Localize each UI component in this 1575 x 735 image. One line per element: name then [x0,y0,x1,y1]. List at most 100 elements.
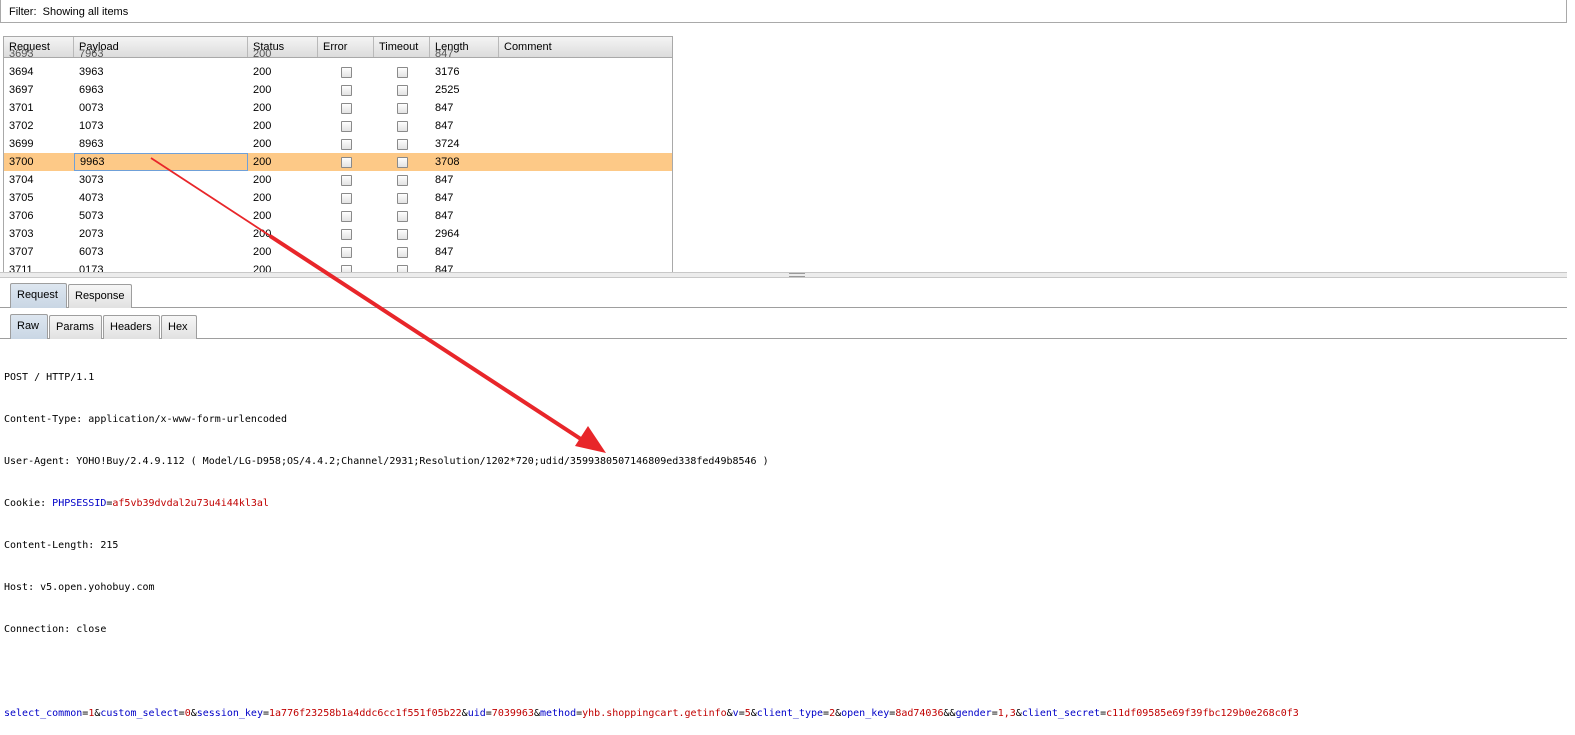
header-cookie: Cookie: PHPSESSID=af5vb39dvdal2u73u4i44k… [4,498,269,509]
cell-payload: 8963 [79,138,104,150]
timeout-checkbox[interactable] [397,247,408,258]
filter-text: Filter: Showing all items [9,6,128,18]
cell-length: 847 [435,120,454,132]
pane-splitter[interactable] [0,272,1567,278]
cell-payload: 3073 [79,174,104,186]
error-checkbox[interactable] [341,229,352,240]
editor-tabs: Raw Params Headers Hex [0,313,1567,339]
param-key: method [539,708,577,719]
error-checkbox[interactable] [341,157,352,168]
cell-comment [499,81,672,99]
cell-status: 200 [253,210,272,222]
raw-request-editor[interactable]: POST / HTTP/1.1 Content-Type: applicatio… [0,341,1567,719]
table-row[interactable]: 3699 8963 200 3724 [4,135,672,153]
param-value: yhb.shoppingcart.getinfo [582,708,727,719]
error-checkbox[interactable] [341,193,352,204]
cell-comment [499,99,672,117]
table-row-partial[interactable]: 3693 7963 200 847 [4,45,672,63]
cell-comment [499,171,672,189]
cell-payload: 0073 [79,102,104,114]
request-body: select_common=1&custom_select=0&session_… [4,708,1299,719]
tab-raw[interactable]: Raw [10,314,48,339]
error-checkbox[interactable] [341,85,352,96]
cell-status: 200 [253,48,272,60]
timeout-checkbox[interactable] [397,139,408,150]
cell-status: 200 [253,156,272,168]
table-row[interactable]: 3701 0073 200 847 [4,99,672,117]
timeout-checkbox[interactable] [397,157,408,168]
timeout-checkbox[interactable] [397,211,408,222]
cell-length: 2525 [435,84,460,96]
tab-params[interactable]: Params [49,315,102,339]
param-key: client_secret [1021,708,1101,719]
cell-request: 3707 [9,246,34,258]
param-value: 1a776f23258b1a4ddc6cc1f551f05b22 [269,708,462,719]
timeout-checkbox[interactable] [397,229,408,240]
table-row[interactable]: 3702 1073 200 847 [4,117,672,135]
timeout-checkbox[interactable] [397,175,408,186]
cell-payload: 6963 [79,84,104,96]
table-row[interactable]: 3703 2073 200 2964 [4,225,672,243]
timeout-checkbox[interactable] [397,193,408,204]
cell-request: 3701 [9,102,34,114]
table-row[interactable]: 3697 6963 200 2525 [4,81,672,99]
header-content-length: Content-Length: 215 [4,540,119,551]
cookie-label: Cookie: [4,498,53,509]
cell-status: 200 [253,246,272,258]
cell-comment [499,207,672,225]
tab-request[interactable]: Request [10,283,67,308]
cell-comment [499,153,672,171]
error-checkbox[interactable] [341,211,352,222]
timeout-checkbox[interactable] [397,67,408,78]
error-checkbox[interactable] [341,175,352,186]
error-checkbox[interactable] [341,247,352,258]
cell-comment [499,117,672,135]
cell-request: 3697 [9,84,34,96]
cell-length: 2964 [435,228,460,240]
cell-status: 200 [253,120,272,132]
cell-request: 3693 [9,48,34,60]
param-value: 8ad74036 [895,708,944,719]
splitter-grip-icon[interactable] [789,273,805,277]
timeout-checkbox[interactable] [397,121,408,132]
cell-length: 3176 [435,66,460,78]
tab-response[interactable]: Response [68,284,132,308]
param-key: custom_select [100,708,179,719]
error-checkbox[interactable] [341,139,352,150]
cell-request: 3704 [9,174,34,186]
message-tabs: Request Response [0,282,1567,308]
cell-status: 200 [253,66,272,78]
cell-status: 200 [253,174,272,186]
table-row[interactable]: 3700 9963 200 3708 [4,153,672,171]
filter-bar[interactable]: Filter: Showing all items [0,0,1567,23]
intruder-results-table[interactable]: Request Payload Status Error Timeout Len… [3,36,673,273]
cell-length: 847 [435,174,454,186]
error-checkbox[interactable] [341,121,352,132]
table-row[interactable]: 3705 4073 200 847 [4,189,672,207]
cookie-value: af5vb39dvdal2u73u4i44kl3al [112,498,269,509]
table-row[interactable]: 3704 3073 200 847 [4,171,672,189]
cell-comment [499,243,672,261]
cell-payload: 4073 [79,192,104,204]
cell-comment [499,189,672,207]
param-value: 1,3 [997,708,1016,719]
error-checkbox[interactable] [341,67,352,78]
table-row[interactable]: 3706 5073 200 847 [4,207,672,225]
cell-status: 200 [253,138,272,150]
timeout-checkbox[interactable] [397,85,408,96]
param-key: open_key [841,708,890,719]
table-row[interactable]: 3707 6073 200 847 [4,243,672,261]
param-value: 7039963 [491,708,534,719]
error-checkbox[interactable] [341,103,352,114]
cell-payload: 7963 [79,48,104,60]
tab-hex[interactable]: Hex [161,315,197,339]
cell-length: 3708 [435,156,460,168]
tab-headers[interactable]: Headers [103,315,160,339]
cell-request: 3702 [9,120,34,132]
header-connection: Connection: close [4,624,107,635]
cell-request: 3700 [9,156,34,168]
timeout-checkbox[interactable] [397,103,408,114]
table-row[interactable]: 3694 3963 200 3176 [4,63,672,81]
cell-payload: 2073 [79,228,104,240]
